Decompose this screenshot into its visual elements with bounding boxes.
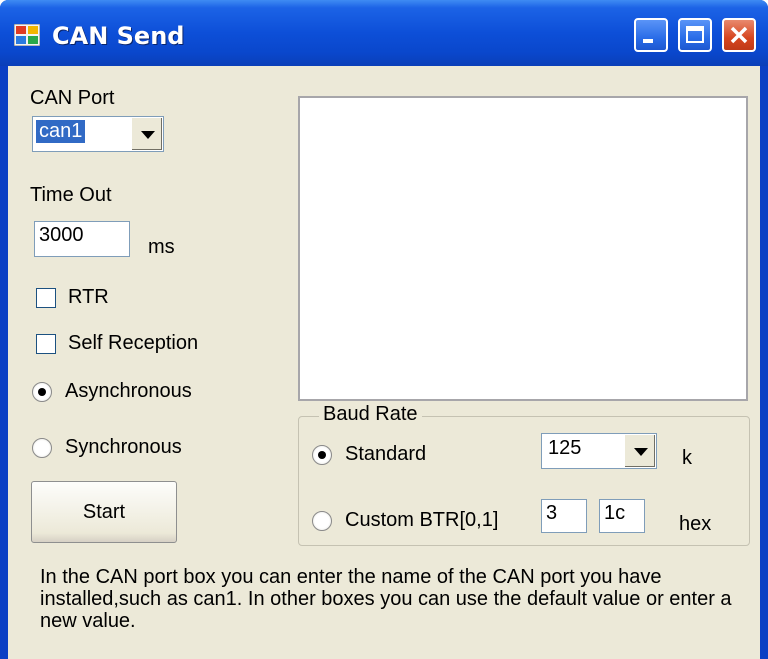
- rtr-checkbox[interactable]: [36, 288, 56, 308]
- standard-label: Standard: [345, 443, 427, 465]
- baud-unit: k: [682, 447, 692, 469]
- dropdown-arrow-icon[interactable]: [131, 118, 162, 150]
- close-icon: [730, 26, 748, 44]
- maximize-icon: [686, 26, 704, 43]
- dropdown-arrow-icon[interactable]: [624, 435, 655, 467]
- custom-unit: hex: [679, 513, 712, 535]
- self-reception-label: Self Reception: [68, 332, 199, 354]
- start-button[interactable]: Start: [31, 481, 177, 543]
- standard-radio[interactable]: [312, 445, 332, 465]
- self-reception-checkbox[interactable]: [36, 334, 56, 354]
- timeout-unit: ms: [148, 236, 175, 258]
- client-area: CAN Port can1 Time Out 3000 ms RTR Self …: [8, 66, 760, 659]
- baud-rate-combo[interactable]: 125: [541, 433, 657, 469]
- asynchronous-label: Asynchronous: [65, 380, 192, 402]
- custom-btr-radio[interactable]: [312, 511, 332, 531]
- minimize-icon: [643, 39, 653, 43]
- baud-rate-value: 125: [548, 437, 582, 459]
- app-icon: [14, 24, 40, 46]
- can-port-value: can1: [36, 120, 86, 143]
- output-textarea[interactable]: [298, 96, 748, 401]
- baud-rate-group: Baud Rate Standard 125 k Custom BTR[0,1]…: [298, 403, 750, 546]
- info-text: In the CAN port box you can enter the na…: [40, 566, 732, 632]
- close-button[interactable]: [722, 18, 756, 52]
- btr1-input[interactable]: 1c: [599, 499, 645, 533]
- timeout-label: Time Out: [30, 184, 112, 206]
- baud-rate-title: Baud Rate: [319, 403, 422, 426]
- can-port-combo[interactable]: can1: [32, 116, 164, 152]
- timeout-input[interactable]: 3000: [34, 221, 130, 257]
- rtr-label: RTR: [68, 286, 109, 308]
- window-title: CAN Send: [52, 22, 185, 50]
- custom-btr-label: Custom BTR[0,1]: [345, 509, 499, 531]
- asynchronous-radio[interactable]: [32, 382, 52, 402]
- can-send-window: CAN Send CAN Port can1 Time Out 3000 ms …: [0, 0, 768, 659]
- can-port-label: CAN Port: [30, 87, 115, 109]
- btr0-input[interactable]: 3: [541, 499, 587, 533]
- synchronous-radio[interactable]: [32, 438, 52, 458]
- title-bar[interactable]: CAN Send: [0, 0, 768, 66]
- maximize-button[interactable]: [678, 18, 712, 52]
- synchronous-label: Synchronous: [65, 436, 182, 458]
- minimize-button[interactable]: [634, 18, 668, 52]
